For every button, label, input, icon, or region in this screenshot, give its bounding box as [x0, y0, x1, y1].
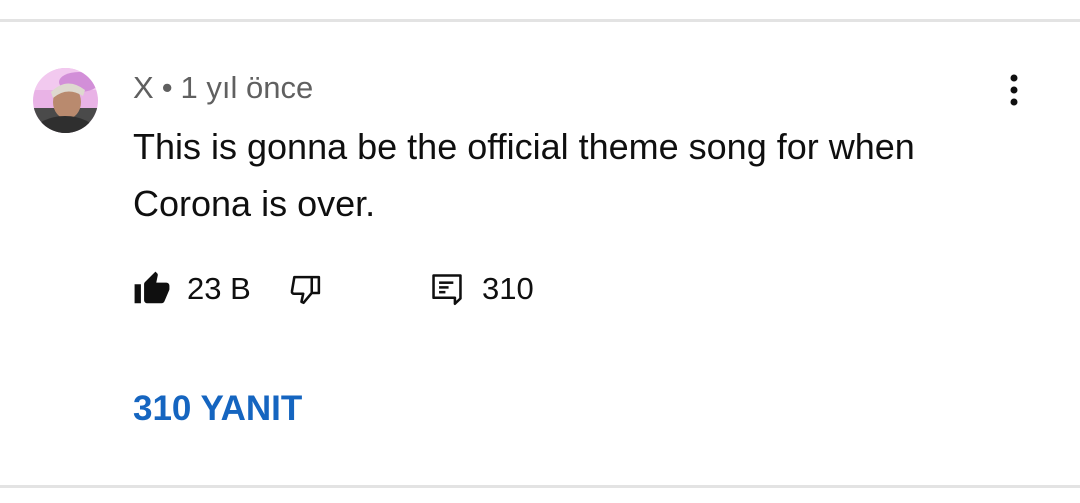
view-replies-link[interactable]: 310 YANIT [133, 389, 302, 429]
dislike-button[interactable] [288, 266, 326, 312]
comment-meta: X • 1 yıl önce [133, 70, 313, 106]
like-button[interactable]: 23 B [133, 266, 251, 312]
top-divider [0, 19, 1080, 22]
more-vertical-icon [1010, 74, 1018, 106]
comment-icon [432, 274, 462, 305]
comment-time: 1 yıl önce [180, 70, 314, 105]
comment-text: This is gonna be the official theme song… [133, 126, 915, 224]
more-options-button[interactable] [994, 70, 1034, 110]
meta-separator: • [161, 70, 173, 105]
like-count: 23 B [187, 271, 251, 306]
reply-button[interactable]: 310 [428, 266, 534, 312]
author-name[interactable]: X [133, 70, 154, 105]
thumbs-up-icon [134, 271, 170, 304]
avatar[interactable] [33, 68, 98, 133]
reply-count: 310 [482, 271, 534, 306]
thumbs-down-icon [290, 275, 321, 305]
bottom-divider [0, 485, 1080, 488]
